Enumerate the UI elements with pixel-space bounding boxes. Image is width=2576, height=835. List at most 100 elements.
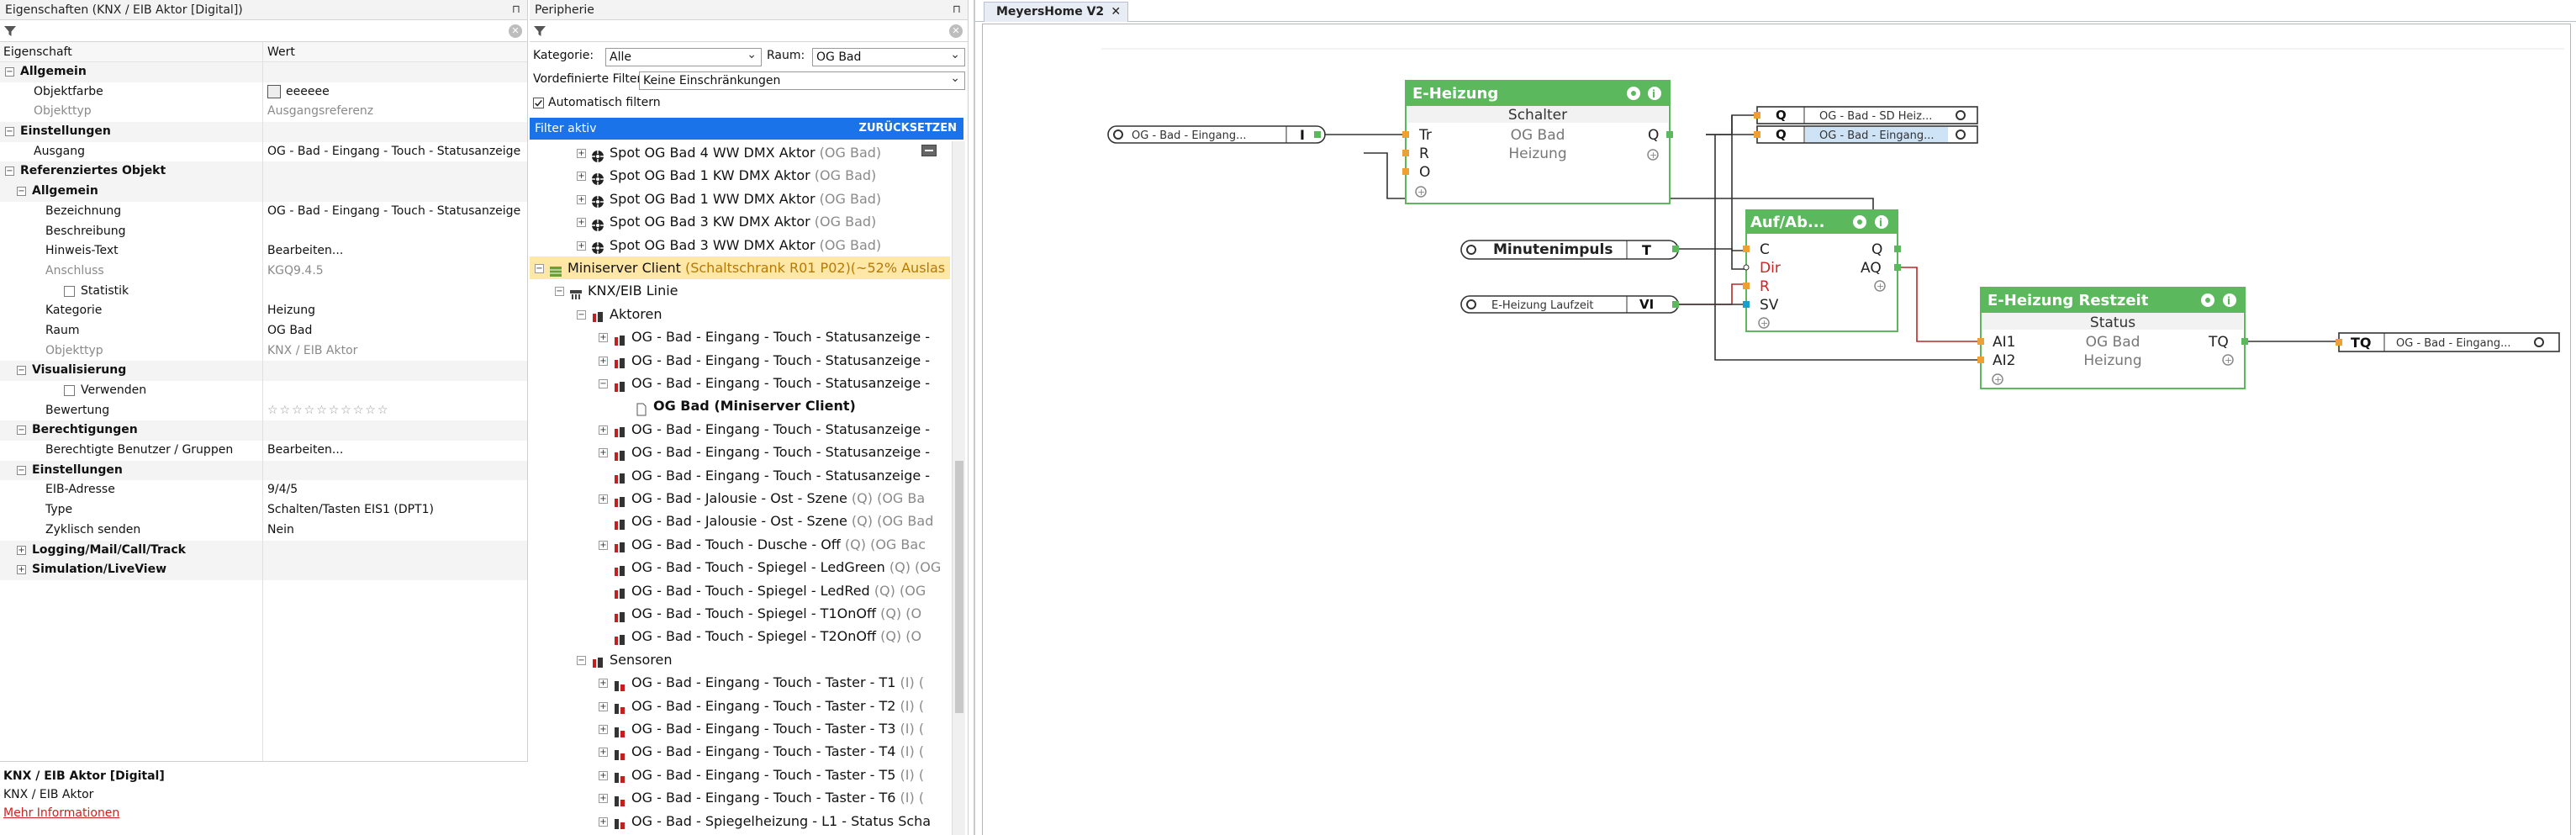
tree-item[interactable]: − KNX/EIB Linie: [555, 279, 678, 302]
tree-item[interactable]: + OG - Bad - Eingang - Touch - Statusanze…: [599, 441, 930, 463]
expand-icon[interactable]: +: [577, 240, 586, 251]
tree-item[interactable]: − Sensoren: [577, 648, 672, 671]
tree-item[interactable]: + OG - Bad - Eingang - Touch - Taster - T…: [599, 740, 924, 763]
expand-icon[interactable]: +: [577, 194, 586, 204]
more-info-link[interactable]: Mehr Informationen: [3, 806, 119, 820]
tree-item[interactable]: OG - Bad - Touch - Spiegel - LedGreen (Q…: [599, 556, 941, 579]
expand-icon[interactable]: +: [599, 770, 608, 780]
expand-icon[interactable]: +: [577, 149, 586, 158]
property-value[interactable]: Bearbeiten...: [267, 441, 525, 461]
property-checkbox[interactable]: [64, 285, 75, 297]
property-row[interactable]: − Referenziertes Objekt: [0, 161, 527, 182]
collapse-icon[interactable]: −: [5, 127, 14, 137]
aufab-out-aq[interactable]: AQ: [1861, 260, 1882, 277]
input-eheizung-laufzeit[interactable]: E-Heizung Laufzeit VI: [1460, 295, 1679, 314]
property-row[interactable]: Statistik: [0, 282, 527, 302]
wire-minuten-to-c[interactable]: [1672, 248, 1745, 251]
property-row[interactable]: Type Schalten/Tasten EIS1 (DPT1): [0, 500, 527, 521]
eheizung-in-tr[interactable]: Tr: [1418, 127, 1432, 144]
tree-item[interactable]: + OG - Bad - Eingang - Touch - Statusanze…: [599, 349, 930, 372]
tree-item[interactable]: OG - Bad - Touch - Spiegel - T2OnOff (Q)…: [599, 625, 921, 647]
aufab-in-r[interactable]: R: [1760, 278, 1770, 295]
restzeit-in-ai2[interactable]: AI2: [1993, 352, 2015, 369]
color-swatch[interactable]: [267, 84, 281, 98]
eheizung-in-r[interactable]: R: [1419, 145, 1429, 162]
output-reference-tq[interactable]: TQ OG - Bad - Eingang...: [2336, 332, 2560, 352]
column-divider[interactable]: [262, 42, 263, 761]
raum-select[interactable]: OG Bad: [812, 46, 965, 66]
property-row[interactable]: Raum OG Bad: [0, 321, 527, 341]
property-row[interactable]: Beschreibung: [0, 222, 527, 242]
eheizung-out-q[interactable]: Q: [1648, 127, 1659, 144]
property-row[interactable]: Verwenden: [0, 381, 527, 401]
expand-icon[interactable]: +: [599, 425, 608, 435]
property-row[interactable]: Anschluss KGQ9.4.5: [0, 262, 527, 282]
property-row[interactable]: Objekttyp Ausgangsreferenz: [0, 102, 527, 122]
expand-icon[interactable]: +: [17, 565, 26, 575]
auto-filter-checkbox[interactable]: [533, 98, 544, 108]
collapse-all-button[interactable]: [921, 145, 937, 156]
property-row[interactable]: Objektfarbe eeeeee: [0, 82, 527, 103]
tree-item[interactable]: + OG - Bad - Eingang - Touch - Taster - T…: [599, 764, 924, 786]
collapse-icon[interactable]: −: [577, 309, 586, 320]
pin-icon[interactable]: ⊓: [512, 0, 520, 20]
property-row[interactable]: Bewertung ☆☆☆☆☆☆☆☆☆☆: [0, 401, 527, 421]
aufab-in-c[interactable]: C: [1760, 241, 1770, 258]
tree-item[interactable]: + Spot OG Bad 4 WW DMX Aktor (OG Bad): [577, 141, 881, 164]
output-reference-eingang-selected[interactable]: Q OG - Bad - Eingang...: [1754, 125, 1978, 144]
tree-item[interactable]: OG Bad (Miniserver Client): [620, 394, 856, 417]
properties-filter[interactable]: ✕: [0, 20, 527, 42]
property-row[interactable]: Objekttyp KNX / EIB Aktor: [0, 341, 527, 362]
tree-item[interactable]: + OG - Bad - Touch - Dusche - Off (Q) (OG…: [599, 533, 926, 556]
tree-item[interactable]: + OG - Bad - Eingang - Touch - Statusanze…: [599, 325, 930, 348]
scrollbar-thumb[interactable]: [955, 461, 963, 713]
tree-item[interactable]: + OG - Bad - Eingang - Touch - Taster - T…: [599, 671, 924, 694]
collapse-icon[interactable]: −: [555, 287, 564, 297]
block-aufab[interactable]: Auf/Ab... i C Dir R SV + Q AQ +: [1743, 209, 1901, 332]
expand-icon[interactable]: +: [599, 356, 608, 366]
collapse-icon[interactable]: −: [17, 187, 26, 197]
expand-icon[interactable]: +: [599, 540, 608, 550]
collapse-icon[interactable]: −: [17, 366, 26, 376]
property-row[interactable]: − Einstellungen: [0, 460, 527, 481]
property-row[interactable]: Kategorie Heizung: [0, 301, 527, 321]
restzeit-out-tq[interactable]: TQ: [2208, 334, 2229, 351]
collapse-icon[interactable]: −: [535, 264, 544, 273]
collapse-icon[interactable]: −: [17, 465, 26, 475]
property-row[interactable]: Hinweis-Text Bearbeiten...: [0, 241, 527, 262]
expand-icon[interactable]: +: [599, 333, 608, 343]
expand-icon[interactable]: +: [599, 679, 608, 689]
collapse-icon[interactable]: −: [599, 379, 608, 388]
aufab-in-sv[interactable]: SV: [1760, 297, 1779, 314]
wire-laufzeit-to-r[interactable]: [1672, 283, 1745, 305]
input-minutenimpuls[interactable]: Minutenimpuls T: [1460, 240, 1679, 260]
program-canvas[interactable]: MeyersHome V2 ✕ OG - Bad - Eingang... I …: [974, 0, 2576, 835]
expand-icon[interactable]: +: [599, 794, 608, 804]
pin-icon[interactable]: ⊓: [953, 0, 961, 20]
aufab-in-dir[interactable]: Dir: [1760, 260, 1781, 277]
expand-icon[interactable]: +: [17, 545, 26, 555]
property-row[interactable]: − Allgemein: [0, 182, 527, 202]
tree-item[interactable]: + OG - Bad - Jalousie - Ost - Szene (Q) (…: [599, 487, 925, 510]
property-checkbox[interactable]: [64, 385, 75, 396]
property-value[interactable]: Bearbeiten...: [267, 241, 525, 262]
aufab-out-q[interactable]: Q: [1871, 241, 1882, 258]
input-reference-eingang[interactable]: OG - Bad - Eingang... I: [1107, 125, 1326, 144]
expand-icon[interactable]: +: [599, 701, 608, 711]
block-eheizung[interactable]: E-Heizung i Schalter OG Bad Heizung Tr R…: [1402, 80, 1673, 204]
tree-item[interactable]: − Miniserver Client (Schaltschrank R01 P0…: [530, 256, 950, 280]
clear-icon[interactable]: ✕: [949, 24, 963, 38]
tree-item[interactable]: + OG - Bad - Eingang - Touch - Taster - T…: [599, 717, 924, 740]
collapse-icon[interactable]: −: [17, 425, 26, 436]
collapse-icon[interactable]: −: [5, 166, 14, 177]
tree-item[interactable]: OG - Bad - Touch - Spiegel - LedRed (Q) …: [599, 579, 926, 602]
tree-item[interactable]: + OG - Bad - Eingang - Touch - Taster - T…: [599, 695, 924, 717]
tree-item[interactable]: + Spot OG Bad 1 WW DMX Aktor (OG Bad): [577, 188, 881, 210]
tree-scrollbar[interactable]: [952, 141, 965, 835]
expand-icon[interactable]: +: [599, 494, 608, 504]
property-row[interactable]: Zyklisch senden Nein: [0, 521, 527, 541]
block-eheizung-restzeit[interactable]: E-Heizung Restzeit i Status OG Bad Heizu…: [1977, 287, 2248, 389]
collapse-icon[interactable]: −: [577, 655, 586, 665]
vordefinierte-filter-select[interactable]: Keine Einschränkungen: [639, 70, 965, 90]
tree-item[interactable]: + Spot OG Bad 1 KW DMX Aktor (OG Bad): [577, 164, 876, 187]
